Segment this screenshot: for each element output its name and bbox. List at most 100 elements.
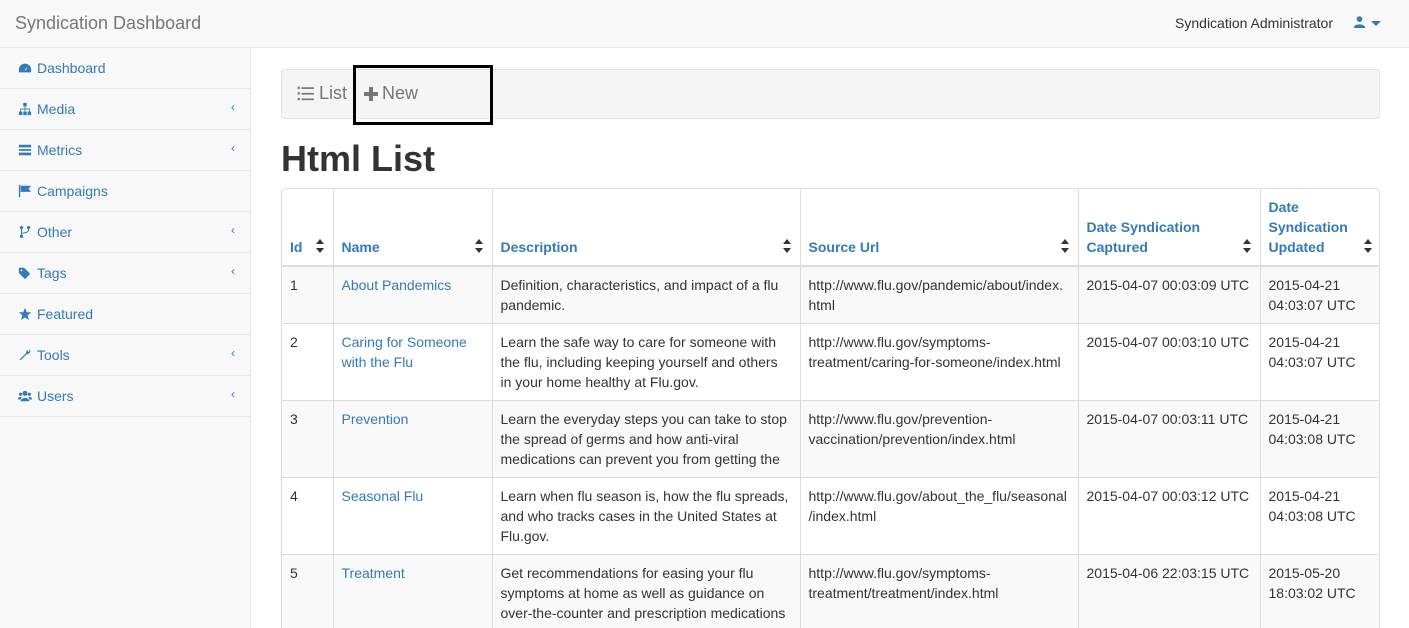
user-icon[interactable]	[1353, 15, 1366, 31]
sidebar-item-label: Dashboard	[37, 60, 106, 76]
sort-icon[interactable]	[1060, 239, 1070, 253]
sidebar-item-tools[interactable]: Tools ‹	[0, 335, 250, 376]
cell-name: Caring for Someone with the Flu	[333, 323, 493, 401]
sidebar-item-label: Campaigns	[37, 183, 108, 199]
cell-id: 2	[282, 323, 334, 401]
chevron-left-icon: ‹	[231, 100, 235, 114]
column-header-label: Name	[341, 239, 380, 255]
cell-id: 3	[282, 400, 334, 478]
cell-description: Get recommendations for easing your flu …	[492, 554, 801, 628]
table-row: 5 Treatment Get recommendations for easi…	[282, 554, 1379, 628]
flag-icon	[17, 184, 33, 198]
cell-name: Prevention	[333, 400, 493, 478]
sidebar-item-label: Users	[37, 388, 74, 404]
table-header-row: Id Name Description Source Url Date Synd…	[282, 189, 1379, 267]
sidebar-item-users[interactable]: Users ‹	[0, 376, 250, 417]
user-name[interactable]: Syndication Administrator	[1175, 15, 1333, 31]
cell-description: Learn when flu season is, how the flu sp…	[492, 477, 801, 555]
column-header-date-captured[interactable]: Date Syndication Captured	[1078, 189, 1261, 267]
cell-source-url: http://www.flu.gov/symptoms-treatment/tr…	[800, 554, 1079, 628]
star-icon	[17, 307, 33, 321]
cell-id: 1	[282, 265, 334, 324]
sidebar-item-label: Tools	[37, 347, 70, 363]
cell-date-captured: 2015-04-07 00:03:09 UTC	[1078, 265, 1261, 324]
cell-name: Seasonal Flu	[333, 477, 493, 555]
name-link[interactable]: Caring for Someone with the Flu	[342, 334, 467, 370]
sidebar-item-label: Featured	[37, 306, 94, 322]
caret-down-icon[interactable]	[1371, 20, 1381, 26]
column-header-id[interactable]: Id	[282, 189, 334, 267]
user-menu[interactable]: Syndication Administrator	[1175, 15, 1381, 31]
cell-source-url: http://www.flu.gov/prevention-vaccinatio…	[800, 400, 1079, 478]
chevron-left-icon: ‹	[231, 264, 235, 278]
column-header-label: Date Syndication Updated	[1268, 199, 1348, 255]
table-row: 4 Seasonal Flu Learn when flu season is,…	[282, 477, 1379, 555]
highlight-box	[353, 65, 493, 125]
code-fork-icon	[17, 225, 33, 239]
cell-date-updated: 2015-04-21 04:03:07 UTC	[1260, 265, 1379, 324]
page-title: Html List	[281, 138, 436, 179]
column-header-date-updated[interactable]: Date Syndication Updated	[1260, 189, 1379, 267]
sidebar-item-other[interactable]: Other ‹	[0, 212, 250, 253]
cell-date-captured: 2015-04-06 22:03:15 UTC	[1078, 554, 1261, 628]
sidebar-item-campaigns[interactable]: Campaigns	[0, 171, 250, 212]
chevron-left-icon: ‹	[231, 141, 235, 155]
column-header-name[interactable]: Name	[333, 189, 493, 267]
cell-date-updated: 2015-04-21 04:03:08 UTC	[1260, 400, 1379, 478]
column-header-label: Id	[290, 239, 303, 255]
name-link[interactable]: Prevention	[342, 411, 409, 427]
cell-name: Treatment	[333, 554, 493, 628]
column-header-label: Date Syndication Captured	[1086, 219, 1201, 255]
list-ol-icon	[297, 86, 314, 100]
sitemap-icon	[17, 102, 33, 116]
html-list-table: Id Name Description Source Url Date Synd…	[281, 188, 1380, 628]
sidebar-item-label: Other	[37, 224, 73, 240]
sidebar-item-label: Tags	[37, 265, 67, 281]
cell-source-url: http://www.flu.gov/symptoms-treatment/ca…	[800, 323, 1079, 401]
sort-icon[interactable]	[315, 239, 325, 253]
sidebar: Dashboard Media ‹ Metrics ‹ Campaigns Ot…	[0, 48, 251, 628]
sort-icon[interactable]	[474, 239, 484, 253]
sidebar-item-label: Media	[37, 101, 76, 117]
list-button-label: List	[319, 83, 348, 103]
cell-source-url: http://www.flu.gov/pandemic/about/index.…	[800, 265, 1079, 324]
cell-date-updated: 2015-04-21 04:03:07 UTC	[1260, 323, 1379, 401]
sort-icon[interactable]	[1364, 239, 1373, 253]
column-header-description[interactable]: Description	[492, 189, 801, 267]
sidebar-item-dashboard[interactable]: Dashboard	[0, 48, 250, 89]
sort-icon[interactable]	[782, 239, 792, 253]
sidebar-item-tags[interactable]: Tags ‹	[0, 253, 250, 294]
cell-description: Definition, characteristics, and impact …	[492, 265, 801, 324]
cell-date-updated: 2015-05-20 18:03:02 UTC	[1260, 554, 1379, 628]
chevron-left-icon: ‹	[231, 223, 235, 237]
users-icon	[17, 389, 33, 403]
column-header-label: Source Url	[808, 239, 880, 255]
cell-date-updated: 2015-04-21 04:03:08 UTC	[1260, 477, 1379, 555]
chevron-left-icon: ‹	[231, 346, 235, 360]
brand-title[interactable]: Syndication Dashboard	[15, 13, 201, 34]
wrench-icon	[17, 348, 33, 362]
list-icon	[17, 143, 33, 157]
sidebar-item-label: Metrics	[37, 142, 83, 158]
table-row: 1 About Pandemics Definition, characteri…	[282, 265, 1379, 324]
column-header-label: Description	[500, 239, 578, 255]
cell-date-captured: 2015-04-07 00:03:10 UTC	[1078, 323, 1261, 401]
name-link[interactable]: Treatment	[342, 565, 405, 581]
table-row: 3 Prevention Learn the everyday steps yo…	[282, 400, 1379, 478]
cell-date-captured: 2015-04-07 00:03:11 UTC	[1078, 400, 1261, 478]
table-row: 2 Caring for Someone with the Flu Learn …	[282, 323, 1379, 401]
dashboard-icon	[17, 61, 33, 75]
column-header-source-url[interactable]: Source Url	[800, 189, 1079, 267]
cell-description: Learn the everyday steps you can take to…	[492, 400, 801, 478]
sidebar-item-featured[interactable]: Featured	[0, 294, 250, 335]
cell-name: About Pandemics	[333, 265, 493, 324]
cell-source-url: http://www.flu.gov/about_the_flu/seasona…	[800, 477, 1079, 555]
list-button[interactable]: List	[297, 83, 347, 104]
sort-icon[interactable]	[1242, 239, 1252, 253]
name-link[interactable]: Seasonal Flu	[342, 488, 424, 504]
cell-date-captured: 2015-04-07 00:03:12 UTC	[1078, 477, 1261, 555]
cell-description: Learn the safe way to care for someone w…	[492, 323, 801, 401]
name-link[interactable]: About Pandemics	[342, 277, 452, 293]
sidebar-item-media[interactable]: Media ‹	[0, 89, 250, 130]
sidebar-item-metrics[interactable]: Metrics ‹	[0, 130, 250, 171]
